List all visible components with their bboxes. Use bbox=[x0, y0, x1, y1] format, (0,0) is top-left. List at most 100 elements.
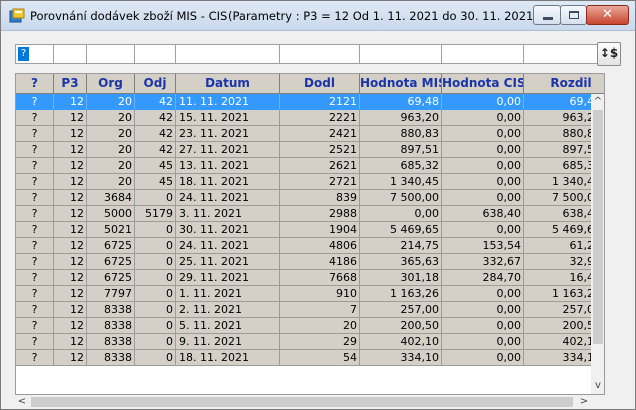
cell-datum[interactable]: 18. 11. 2021 bbox=[176, 350, 280, 366]
table-row[interactable]: ? 12 6725 0 29. 11. 2021 7668 301,18 284,70 16,4… bbox=[16, 270, 604, 286]
cell-flag[interactable]: ? bbox=[16, 334, 54, 350]
cell-flag[interactable]: ? bbox=[16, 190, 54, 206]
horizontal-scrollbar[interactable]: < > bbox=[15, 395, 591, 409]
cell-datum[interactable]: 15. 11. 2021 bbox=[176, 110, 280, 126]
cell-flag[interactable]: ? bbox=[16, 286, 54, 302]
cell-hodnota-mis[interactable]: 257,00 bbox=[360, 302, 442, 318]
scroll-right-icon[interactable]: > bbox=[577, 395, 591, 409]
cell-hodnota-cis[interactable]: 0,00 bbox=[442, 158, 524, 174]
column-header-hodnota-cis[interactable]: Hodnota CIS bbox=[442, 74, 524, 94]
cell-hodnota-mis[interactable]: 897,51 bbox=[360, 142, 442, 158]
table-row[interactable]: ? 12 7797 0 1. 11. 2021 910 1 163,26 0,00 1 163,… bbox=[16, 286, 604, 302]
cell-org[interactable]: 5000 bbox=[87, 206, 135, 222]
cell-hodnota-mis[interactable]: 1 163,26 bbox=[360, 286, 442, 302]
vertical-scrollbar[interactable]: ^ v bbox=[591, 94, 604, 394]
sort-button[interactable]: ↕$ bbox=[597, 42, 621, 66]
cell-flag[interactable]: ? bbox=[16, 158, 54, 174]
table-row[interactable]: ? 12 20 45 18. 11. 2021 2721 1 340,45 0,00 1 340… bbox=[16, 174, 604, 190]
cell-p3[interactable]: 12 bbox=[54, 142, 87, 158]
scroll-left-icon[interactable]: < bbox=[15, 395, 29, 409]
cell-hodnota-cis[interactable]: 332,67 bbox=[442, 254, 524, 270]
cell-flag[interactable]: ? bbox=[16, 270, 54, 286]
cell-flag[interactable]: ? bbox=[16, 238, 54, 254]
cell-hodnota-mis[interactable]: 301,18 bbox=[360, 270, 442, 286]
table-row[interactable]: ? 12 8338 0 9. 11. 2021 29 402,10 0,00 402,10 bbox=[16, 334, 604, 350]
cell-org[interactable]: 20 bbox=[87, 126, 135, 142]
table-row[interactable]: ? 12 3684 0 24. 11. 2021 839 7 500,00 0,00 7 500… bbox=[16, 190, 604, 206]
cell-org[interactable]: 6725 bbox=[87, 254, 135, 270]
cell-p3[interactable]: 12 bbox=[54, 94, 87, 110]
cell-odj[interactable]: 5179 bbox=[135, 206, 176, 222]
cell-dodl[interactable]: 2988 bbox=[280, 206, 360, 222]
table-row[interactable]: ? 12 5000 5179 3. 11. 2021 2988 0,00 638,40 638,… bbox=[16, 206, 604, 222]
cell-org[interactable]: 20 bbox=[87, 142, 135, 158]
table-row[interactable]: ? 12 8338 0 18. 11. 2021 54 334,10 0,00 334,10 bbox=[16, 350, 604, 366]
close-button[interactable]: ✕ bbox=[586, 5, 629, 25]
column-header-hodnota-mis[interactable]: Hodnota MIS bbox=[360, 74, 442, 94]
cell-datum[interactable]: 1. 11. 2021 bbox=[176, 286, 280, 302]
cell-hodnota-cis[interactable]: 0,00 bbox=[442, 318, 524, 334]
cell-hodnota-mis[interactable]: 402,10 bbox=[360, 334, 442, 350]
scroll-down-icon[interactable]: v bbox=[591, 380, 604, 394]
cell-odj[interactable]: 0 bbox=[135, 222, 176, 238]
cell-p3[interactable]: 12 bbox=[54, 110, 87, 126]
column-header-p3[interactable]: P3 bbox=[54, 74, 87, 94]
cell-hodnota-cis[interactable]: 0,00 bbox=[442, 126, 524, 142]
cell-dodl[interactable]: 4186 bbox=[280, 254, 360, 270]
cell-datum[interactable]: 27. 11. 2021 bbox=[176, 142, 280, 158]
cell-hodnota-mis[interactable]: 685,32 bbox=[360, 158, 442, 174]
cell-flag[interactable]: ? bbox=[16, 126, 54, 142]
cell-dodl[interactable]: 2221 bbox=[280, 110, 360, 126]
filter-input-p3[interactable] bbox=[53, 44, 87, 64]
cell-p3[interactable]: 12 bbox=[54, 206, 87, 222]
table-row[interactable]: ? 12 8338 0 5. 11. 2021 20 200,50 0,00 200,50 bbox=[16, 318, 604, 334]
cell-hodnota-cis[interactable]: 0,00 bbox=[442, 174, 524, 190]
scroll-up-icon[interactable]: ^ bbox=[591, 96, 604, 110]
cell-flag[interactable]: ? bbox=[16, 350, 54, 366]
cell-odj[interactable]: 45 bbox=[135, 158, 176, 174]
cell-p3[interactable]: 12 bbox=[54, 270, 87, 286]
cell-org[interactable]: 7797 bbox=[87, 286, 135, 302]
cell-odj[interactable]: 0 bbox=[135, 254, 176, 270]
table-row[interactable]: ? 12 6725 0 24. 11. 2021 4806 214,75 153,54 61,2… bbox=[16, 238, 604, 254]
cell-flag[interactable]: ? bbox=[16, 318, 54, 334]
cell-org[interactable]: 3684 bbox=[87, 190, 135, 206]
cell-org[interactable]: 20 bbox=[87, 94, 135, 110]
cell-hodnota-cis[interactable]: 0,00 bbox=[442, 334, 524, 350]
column-header-odj[interactable]: Odj bbox=[135, 74, 176, 94]
cell-hodnota-cis[interactable]: 0,00 bbox=[442, 142, 524, 158]
vertical-scroll-thumb[interactable] bbox=[593, 110, 603, 344]
cell-hodnota-mis[interactable]: 963,20 bbox=[360, 110, 442, 126]
cell-flag[interactable]: ? bbox=[16, 110, 54, 126]
filter-input-odj[interactable] bbox=[134, 44, 176, 64]
cell-hodnota-mis[interactable]: 200,50 bbox=[360, 318, 442, 334]
maximize-button[interactable] bbox=[560, 5, 587, 25]
cell-dodl[interactable]: 7668 bbox=[280, 270, 360, 286]
cell-p3[interactable]: 12 bbox=[54, 174, 87, 190]
cell-datum[interactable]: 9. 11. 2021 bbox=[176, 334, 280, 350]
cell-dodl[interactable]: 20 bbox=[280, 318, 360, 334]
cell-org[interactable]: 8338 bbox=[87, 334, 135, 350]
column-header-flag[interactable]: ? bbox=[16, 74, 54, 94]
cell-org[interactable]: 8338 bbox=[87, 318, 135, 334]
filter-input-hodnota-mis[interactable] bbox=[359, 44, 442, 64]
table-row[interactable]: ? 12 8338 0 2. 11. 2021 7 257,00 0,00 257,00 bbox=[16, 302, 604, 318]
filter-input-dodl[interactable] bbox=[279, 44, 360, 64]
cell-odj[interactable]: 45 bbox=[135, 174, 176, 190]
cell-p3[interactable]: 12 bbox=[54, 158, 87, 174]
table-row[interactable]: ? 12 5021 0 30. 11. 2021 1904 5 469,65 0,00 5 46… bbox=[16, 222, 604, 238]
cell-org[interactable]: 6725 bbox=[87, 270, 135, 286]
cell-hodnota-mis[interactable]: 5 469,65 bbox=[360, 222, 442, 238]
cell-datum[interactable]: 24. 11. 2021 bbox=[176, 238, 280, 254]
cell-dodl[interactable]: 1904 bbox=[280, 222, 360, 238]
cell-flag[interactable]: ? bbox=[16, 206, 54, 222]
cell-flag[interactable]: ? bbox=[16, 142, 54, 158]
cell-datum[interactable]: 3. 11. 2021 bbox=[176, 206, 280, 222]
cell-datum[interactable]: 13. 11. 2021 bbox=[176, 158, 280, 174]
cell-hodnota-cis[interactable]: 284,70 bbox=[442, 270, 524, 286]
cell-datum[interactable]: 18. 11. 2021 bbox=[176, 174, 280, 190]
filter-input-flag[interactable]: ? bbox=[15, 44, 54, 64]
title-bar[interactable]: Porovnání dodávek zboží MIS - CIS (Param… bbox=[1, 1, 635, 31]
cell-hodnota-cis[interactable]: 0,00 bbox=[442, 222, 524, 238]
cell-p3[interactable]: 12 bbox=[54, 126, 87, 142]
